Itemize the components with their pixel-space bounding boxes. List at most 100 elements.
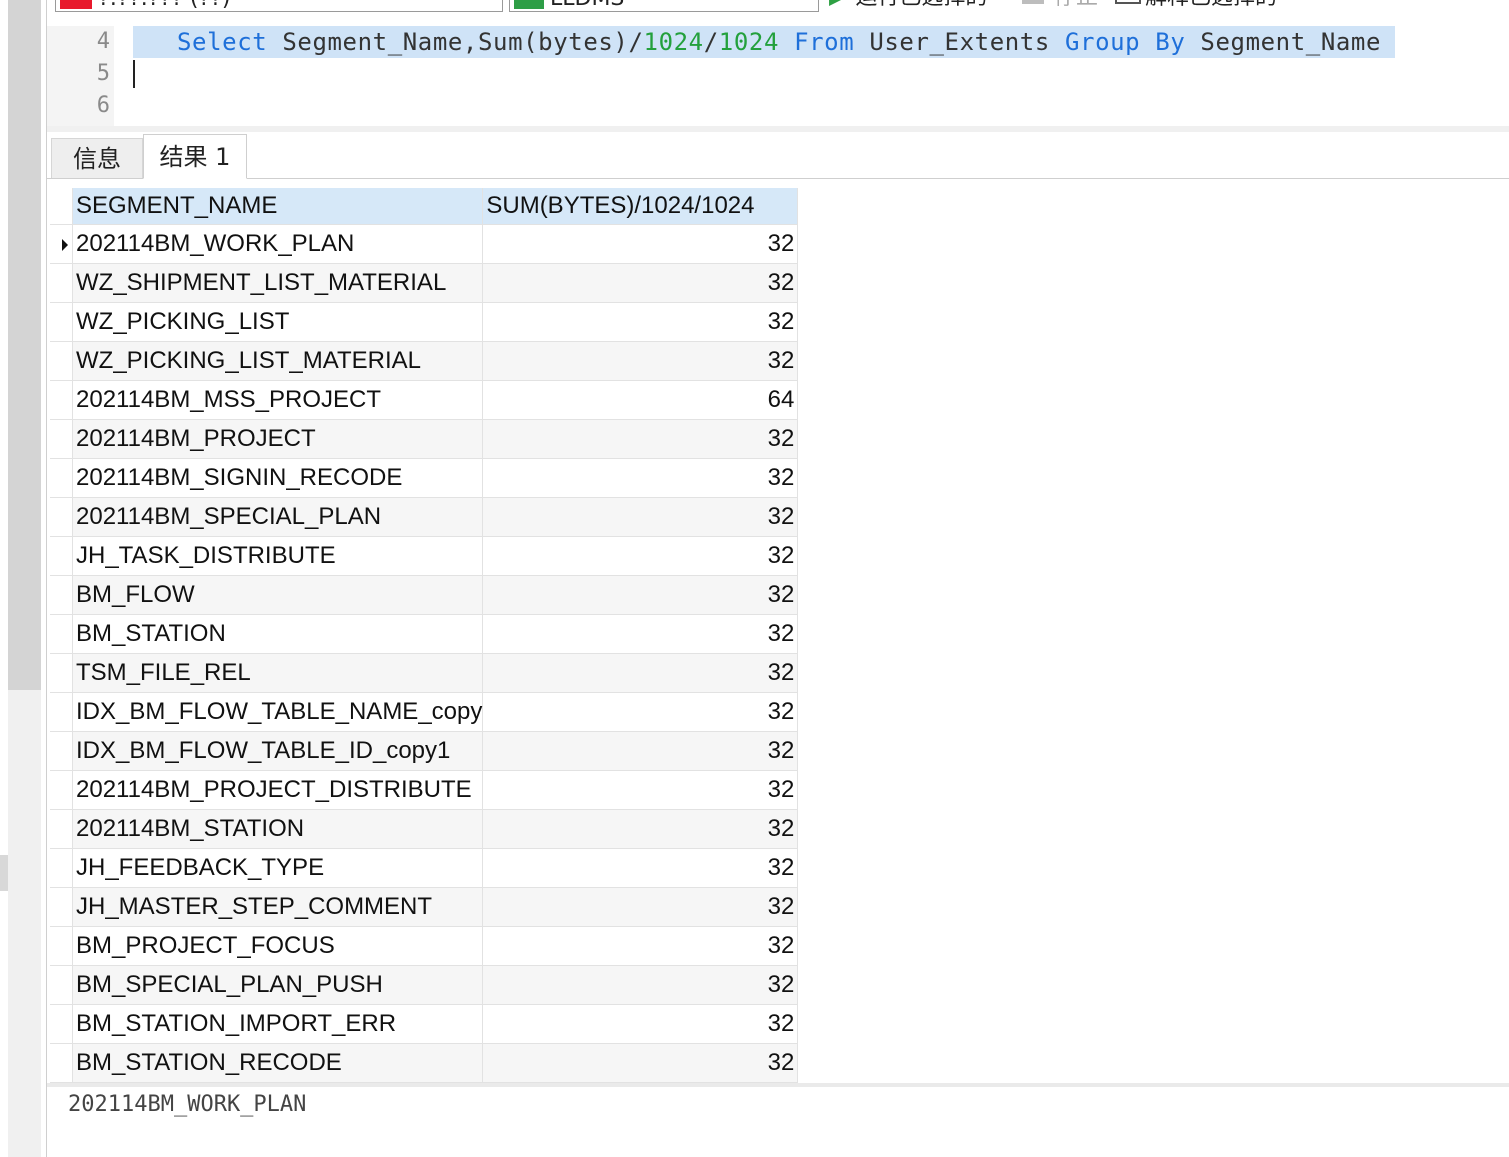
table-row[interactable]: 202114BM_STATION 32 (50, 809, 799, 849)
cell-sum-bytes[interactable]: 32 (482, 614, 799, 654)
row-indicator[interactable] (50, 614, 73, 654)
row-indicator[interactable] (50, 1004, 73, 1044)
cell-segment-name[interactable]: BM_PROJECT_FOCUS (72, 926, 484, 966)
table-row[interactable]: BM_STATION_RECODE 32 (50, 1043, 799, 1083)
result-grid[interactable]: SEGMENT_NAME SUM(BYTES)/1024/1024 202114… (50, 188, 799, 1083)
cell-segment-name[interactable]: WZ_PICKING_LIST (72, 302, 484, 342)
cell-segment-name[interactable]: BM_STATION_RECODE (72, 1043, 484, 1083)
table-row[interactable]: BM_SPECIAL_PLAN_PUSH 32 (50, 965, 799, 1005)
cell-sum-bytes[interactable]: 32 (482, 965, 799, 1005)
row-indicator[interactable] (50, 341, 73, 381)
sql-editor[interactable]: 4 5 6 Select Segment_Name,Sum(bytes)/102… (47, 26, 1509, 126)
run-selected-button[interactable]: ▶ 运行已选择的 (829, 0, 987, 10)
table-row[interactable]: 202114BM_WORK_PLAN 32 (50, 224, 799, 264)
left-panel-scrollbar[interactable] (8, 0, 41, 690)
table-row[interactable]: IDX_BM_FLOW_TABLE_ID_copy1 32 (50, 731, 799, 771)
row-indicator[interactable] (50, 380, 73, 420)
table-row[interactable]: JH_TASK_DISTRIBUTE 32 (50, 536, 799, 576)
cell-segment-name[interactable]: JH_MASTER_STEP_COMMENT (72, 887, 484, 927)
cell-segment-name[interactable]: JH_TASK_DISTRIBUTE (72, 536, 484, 576)
cell-sum-bytes[interactable]: 32 (482, 692, 799, 732)
cell-segment-name[interactable]: JH_FEEDBACK_TYPE (72, 848, 484, 888)
table-row[interactable]: 202114BM_SPECIAL_PLAN 32 (50, 497, 799, 537)
column-header-segment-name[interactable]: SEGMENT_NAME (72, 188, 484, 225)
cell-sum-bytes[interactable]: 32 (482, 809, 799, 849)
cell-sum-bytes[interactable]: 32 (482, 458, 799, 498)
cell-segment-name[interactable]: BM_FLOW (72, 575, 484, 615)
cell-segment-name[interactable]: WZ_SHIPMENT_LIST_MATERIAL (72, 263, 484, 303)
stop-button[interactable]: 停止 (1022, 0, 1098, 10)
cell-segment-name[interactable]: 202114BM_SIGNIN_RECODE (72, 458, 484, 498)
table-row[interactable]: 202114BM_PROJECT 32 (50, 419, 799, 459)
sql-code-line-selected[interactable]: Select Segment_Name,Sum(bytes)/1024/1024… (133, 26, 1396, 58)
row-indicator[interactable] (50, 302, 73, 342)
cell-sum-bytes[interactable]: 32 (482, 887, 799, 927)
cell-sum-bytes[interactable]: 32 (482, 224, 799, 264)
cell-sum-bytes[interactable]: 32 (482, 419, 799, 459)
table-row[interactable]: 202114BM_MSS_PROJECT 64 (50, 380, 799, 420)
row-indicator[interactable] (50, 926, 73, 966)
row-indicator[interactable] (50, 965, 73, 1005)
tab-info[interactable]: 信息 (51, 138, 143, 178)
cell-sum-bytes[interactable]: 32 (482, 263, 799, 303)
cell-segment-name[interactable]: WZ_PICKING_LIST_MATERIAL (72, 341, 484, 381)
explain-selected-button[interactable]: 解释已选择的 (1115, 0, 1277, 10)
table-row[interactable]: BM_STATION_IMPORT_ERR 32 (50, 1004, 799, 1044)
row-indicator[interactable] (50, 731, 73, 771)
cell-segment-name[interactable]: BM_SPECIAL_PLAN_PUSH (72, 965, 484, 1005)
cell-segment-name[interactable]: BM_STATION_IMPORT_ERR (72, 1004, 484, 1044)
row-indicator[interactable] (50, 1043, 73, 1083)
cell-sum-bytes[interactable]: 32 (482, 341, 799, 381)
cell-sum-bytes[interactable]: 32 (482, 1043, 799, 1083)
cell-sum-bytes[interactable]: 32 (482, 770, 799, 810)
row-indicator[interactable] (50, 653, 73, 693)
table-row[interactable]: 202114BM_SIGNIN_RECODE 32 (50, 458, 799, 498)
cell-segment-name[interactable]: 202114BM_SPECIAL_PLAN (72, 497, 484, 537)
cell-segment-name[interactable]: IDX_BM_FLOW_TABLE_NAME_copy (72, 692, 484, 732)
row-indicator[interactable] (50, 458, 73, 498)
cell-segment-name[interactable]: 202114BM_WORK_PLAN (72, 224, 484, 264)
table-row[interactable]: IDX_BM_FLOW_TABLE_NAME_copy 32 (50, 692, 799, 732)
cell-segment-name[interactable]: 202114BM_STATION (72, 809, 484, 849)
cell-segment-name[interactable]: 202114BM_PROJECT_DISTRIBUTE (72, 770, 484, 810)
row-indicator[interactable] (50, 848, 73, 888)
cell-sum-bytes[interactable]: 32 (482, 926, 799, 966)
cell-segment-name[interactable]: TSM_FILE_REL (72, 653, 484, 693)
table-row[interactable]: BM_PROJECT_FOCUS 32 (50, 926, 799, 966)
cell-sum-bytes[interactable]: 64 (482, 380, 799, 420)
cell-sum-bytes[interactable]: 32 (482, 848, 799, 888)
table-row[interactable]: JH_MASTER_STEP_COMMENT 32 (50, 887, 799, 927)
row-indicator[interactable] (50, 575, 73, 615)
cell-segment-name[interactable]: 202114BM_MSS_PROJECT (72, 380, 484, 420)
table-row[interactable]: WZ_PICKING_LIST 32 (50, 302, 799, 342)
left-panel-splitter-handle[interactable] (0, 855, 8, 891)
row-indicator[interactable] (50, 224, 73, 264)
row-indicator[interactable] (50, 536, 73, 576)
table-row[interactable]: BM_FLOW 32 (50, 575, 799, 615)
cell-sum-bytes[interactable]: 32 (482, 536, 799, 576)
row-indicator[interactable] (50, 692, 73, 732)
row-indicator[interactable] (50, 887, 73, 927)
cell-segment-name[interactable]: 202114BM_PROJECT (72, 419, 484, 459)
row-indicator[interactable] (50, 263, 73, 303)
row-indicator[interactable] (50, 497, 73, 537)
table-row[interactable]: JH_FEEDBACK_TYPE 32 (50, 848, 799, 888)
table-row[interactable]: BM_STATION 32 (50, 614, 799, 654)
cell-segment-name[interactable]: IDX_BM_FLOW_TABLE_ID_copy1 (72, 731, 484, 771)
table-row[interactable]: TSM_FILE_REL 32 (50, 653, 799, 693)
connection-select[interactable]: ?:??:??? (??) (55, 0, 503, 12)
cell-sum-bytes[interactable]: 32 (482, 1004, 799, 1044)
table-row[interactable]: WZ_SHIPMENT_LIST_MATERIAL 32 (50, 263, 799, 303)
column-header-sum-bytes[interactable]: SUM(BYTES)/1024/1024 (482, 188, 799, 225)
cell-sum-bytes[interactable]: 32 (482, 497, 799, 537)
cell-segment-name[interactable]: BM_STATION (72, 614, 484, 654)
cell-sum-bytes[interactable]: 32 (482, 302, 799, 342)
database-select[interactable]: LLDMS (509, 0, 819, 12)
cell-sum-bytes[interactable]: 32 (482, 731, 799, 771)
row-indicator[interactable] (50, 809, 73, 849)
row-indicator[interactable] (50, 770, 73, 810)
row-indicator[interactable] (50, 419, 73, 459)
cell-sum-bytes[interactable]: 32 (482, 653, 799, 693)
cell-sum-bytes[interactable]: 32 (482, 575, 799, 615)
table-row[interactable]: 202114BM_PROJECT_DISTRIBUTE 32 (50, 770, 799, 810)
